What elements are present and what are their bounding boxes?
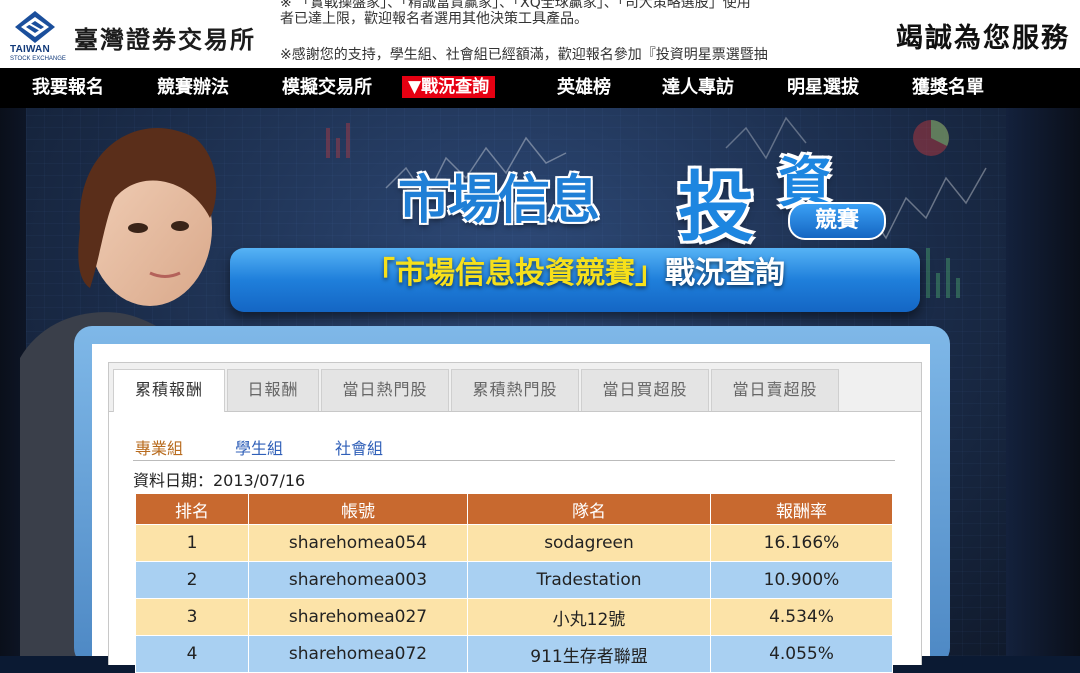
col-header-account: 帳號: [248, 493, 468, 525]
nav-item-register[interactable]: 我要報名: [32, 73, 104, 101]
nav-item-expert-interview[interactable]: 達人專訪: [662, 73, 734, 101]
table-row: 3 sharehomea027 小丸12號 4.534%: [135, 598, 893, 636]
results-tab-bar: 累積報酬 日報酬 當日熱門股 累積熱門股 當日買超股 當日賣超股: [109, 363, 921, 412]
nav-item-sim-exchange[interactable]: 模擬交易所: [282, 73, 372, 101]
cell-return: 10.900%: [710, 561, 893, 599]
banner-quote-close: 」: [635, 256, 665, 291]
banner-suffix: 戰況查詢: [665, 256, 785, 291]
table-header-row: 排名 帳號 隊名 報酬率: [135, 493, 893, 525]
top-header: TAIWAN STOCK EXCHANGE 臺灣證券交易所 ※ 「實戰操盤家」、…: [0, 0, 1080, 68]
banner-quote-open: 「: [365, 256, 395, 291]
cell-team: 911生存者聯盟: [467, 635, 711, 673]
cell-account: sharehomea027: [248, 598, 468, 636]
twse-logo-icon: [15, 11, 55, 43]
nav-item-winners[interactable]: 獲獎名單: [912, 73, 984, 101]
col-header-rank: 排名: [135, 493, 249, 525]
group-student[interactable]: 學生組: [235, 435, 283, 459]
table-row: 1 sharehomea054 sodagreen 16.166%: [135, 524, 893, 562]
cell-account: sharehomea054: [248, 524, 468, 562]
group-professional[interactable]: 專業組: [135, 435, 183, 459]
col-header-team: 隊名: [467, 493, 711, 525]
cell-team: Tradestation: [467, 561, 711, 599]
tab-daily-return[interactable]: 日報酬: [227, 369, 319, 411]
results-tab-container: 累積報酬 日報酬 當日熱門股 累積熱門股 當日買超股 當日賣超股 專業組 學生組…: [108, 362, 922, 673]
cell-account: sharehomea003: [248, 561, 468, 599]
table-row: 2 sharehomea003 Tradestation 10.900%: [135, 561, 893, 599]
contest-title-small: 市場信息: [398, 171, 600, 231]
cell-account: sharehomea072: [248, 635, 468, 673]
banner-contest-name: 市場信息投資競賽: [395, 256, 635, 291]
announcement-line-2: 者已達上限，歡迎報名者選用其他決策工具產品。: [280, 11, 588, 27]
logo-text-en: TAIWAN: [10, 44, 50, 55]
cell-rank: 2: [135, 561, 249, 599]
nav-item-hero-board[interactable]: 英雄榜: [557, 73, 611, 101]
data-date: 資料日期：2013/07/16: [133, 471, 306, 490]
contest-title-big-1: 投: [678, 163, 754, 252]
cell-rank: 3: [135, 598, 249, 636]
cell-team: sodagreen: [467, 524, 711, 562]
cell-rank: 4: [135, 635, 249, 673]
nav-item-star-selection[interactable]: 明星選拔: [787, 73, 859, 101]
tab-cumulative-return[interactable]: 累積報酬: [113, 369, 225, 412]
cell-return: 16.166%: [710, 524, 893, 562]
table-row: 4 sharehomea072 911生存者聯盟 4.055%: [135, 635, 893, 673]
cell-rank: 1: [135, 524, 249, 562]
ranking-table: 排名 帳號 隊名 報酬率 1 sharehomea054 sodagreen 1…: [135, 493, 893, 673]
group-filter: 專業組 學生組 社會組: [135, 435, 895, 459]
nav-item-rules[interactable]: 競賽辦法: [157, 73, 229, 101]
page-title: 「市場信息投資競賽」戰況查詢: [230, 248, 920, 312]
main-nav: 我要報名 競賽辦法 模擬交易所 ▼戰況查詢 英雄榜 達人專訪 明星選拔 獲獎名單: [0, 68, 1080, 108]
tab-daily-net-buy[interactable]: 當日買超股: [581, 369, 709, 411]
contest-title-pill: 競賽: [788, 202, 886, 240]
nav-item-battle-status[interactable]: ▼戰況查詢: [402, 76, 496, 98]
tab-cumulative-hot-stocks[interactable]: 累積熱門股: [451, 369, 579, 411]
announcement-marquee: ※ 「實戰操盤家」、「精誠富貴贏家」、「XQ全球贏家」、「司大策略選股」使用 者…: [280, 0, 860, 68]
cell-team: 小丸12號: [467, 598, 711, 636]
cell-return: 4.534%: [710, 598, 893, 636]
tab-daily-hot-stocks[interactable]: 當日熱門股: [321, 369, 449, 411]
logo-text-zh: 臺灣證券交易所: [74, 25, 256, 54]
col-header-return: 報酬率: [710, 493, 893, 525]
slogan: 竭誠為您服務: [896, 23, 1070, 54]
page-title-banner: 「市場信息投資競賽」戰況查詢: [230, 248, 920, 312]
announcement-line-3: ※感謝您的支持，學生組、社會組已經額滿，歡迎報名參加『投資明星票選暨抽: [280, 47, 768, 63]
cell-return: 4.055%: [710, 635, 893, 673]
twse-logo[interactable]: TAIWAN STOCK EXCHANGE 臺灣證券交易所: [10, 8, 270, 62]
logo-text-sub: STOCK EXCHANGE: [10, 56, 66, 62]
group-public[interactable]: 社會組: [335, 435, 383, 459]
tab-daily-net-sell[interactable]: 當日賣超股: [711, 369, 839, 411]
divider: [133, 460, 895, 461]
